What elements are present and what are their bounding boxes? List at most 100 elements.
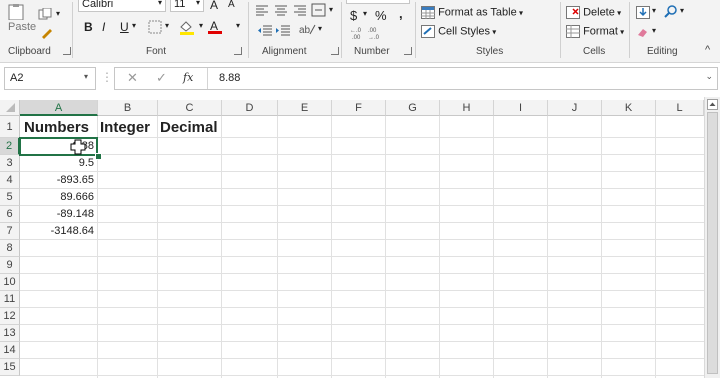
fill-icon[interactable] — [636, 6, 650, 22]
gridline — [20, 375, 704, 376]
cell-c1[interactable]: Decimal — [158, 117, 220, 137]
row-header-1[interactable]: 1 — [0, 116, 20, 138]
cell-a7[interactable]: -3148.64 — [20, 223, 96, 240]
cell-b1[interactable]: Integer — [98, 117, 152, 137]
clipboard-launcher-icon[interactable] — [63, 47, 71, 55]
row-header-3[interactable]: 3 — [0, 155, 20, 172]
bold-button[interactable]: B — [84, 20, 93, 34]
column-header-j[interactable]: J — [548, 100, 602, 116]
cell-a1[interactable]: Numbers — [22, 117, 91, 137]
column-header-l[interactable]: L — [656, 100, 704, 116]
align-left-icon[interactable] — [255, 4, 269, 19]
select-all-corner[interactable] — [0, 100, 20, 116]
gridline — [221, 116, 222, 378]
cell-styles-button[interactable]: Cell Styles ▾ — [421, 25, 496, 38]
expand-formula-icon[interactable]: ⌄ — [705, 71, 713, 82]
column-header-h[interactable]: H — [440, 100, 494, 116]
cell-a4[interactable]: -893.65 — [20, 172, 96, 189]
row-header-4[interactable]: 4 — [0, 172, 20, 189]
collapse-ribbon-icon[interactable]: ^ — [705, 44, 710, 56]
font-launcher-icon[interactable] — [234, 47, 242, 55]
orientation-dropdown-icon[interactable]: ▾ — [318, 24, 322, 33]
font-color-icon[interactable]: A — [207, 18, 223, 38]
percent-button[interactable]: % — [375, 8, 387, 23]
row-header-6[interactable]: 6 — [0, 206, 20, 223]
row-header-9[interactable]: 9 — [0, 257, 20, 274]
decrease-indent-icon[interactable] — [257, 24, 273, 39]
decrease-font-icon[interactable]: A — [228, 0, 235, 10]
row-header-15[interactable]: 15 — [0, 359, 20, 376]
format-button[interactable]: Format ▾ — [566, 25, 624, 38]
copy-icon[interactable] — [38, 7, 54, 23]
vertical-scrollbar[interactable] — [704, 97, 720, 378]
decrease-decimal-icon[interactable]: .00 →.0 — [368, 26, 384, 43]
align-center-icon[interactable] — [274, 4, 288, 19]
number-launcher-icon[interactable] — [404, 47, 412, 55]
formula-input[interactable]: ✕ ✓ fx 8.88 ⌄ — [114, 67, 718, 90]
merge-dropdown-icon[interactable]: ▾ — [329, 5, 333, 14]
number-format-select[interactable] — [346, 0, 410, 4]
increase-decimal-icon[interactable]: ←.0.00 — [350, 26, 366, 43]
column-header-k[interactable]: K — [602, 100, 656, 116]
fill-color-icon[interactable] — [178, 19, 196, 38]
borders-dropdown-icon[interactable]: ▾ — [165, 21, 169, 30]
comma-button[interactable]: , — [399, 6, 403, 21]
cell-a6[interactable]: -89.148 — [20, 206, 96, 223]
currency-dropdown-icon[interactable]: ▾ — [363, 9, 367, 18]
row-header-7[interactable]: 7 — [0, 223, 20, 240]
alignment-launcher-icon[interactable] — [331, 47, 339, 55]
cancel-icon[interactable]: ✕ — [127, 70, 138, 86]
column-header-i[interactable]: I — [494, 100, 548, 116]
column-header-a[interactable]: A — [20, 100, 98, 116]
chevron-down-icon[interactable]: ▾ — [84, 72, 88, 81]
clear-icon[interactable] — [636, 26, 650, 41]
row-header-13[interactable]: 13 — [0, 325, 20, 342]
gridline — [20, 307, 704, 308]
delete-button[interactable]: Delete ▾ — [566, 6, 621, 19]
increase-font-icon[interactable]: A — [210, 0, 218, 12]
column-header-e[interactable]: E — [278, 100, 332, 116]
row-header-8[interactable]: 8 — [0, 240, 20, 257]
increase-indent-icon[interactable] — [275, 24, 291, 39]
borders-icon[interactable] — [148, 20, 162, 37]
scroll-thumb[interactable] — [707, 112, 718, 374]
row-header-10[interactable]: 10 — [0, 274, 20, 291]
find-dropdown-icon[interactable]: ▾ — [680, 6, 684, 15]
find-select-icon[interactable] — [664, 5, 678, 22]
column-header-b[interactable]: B — [98, 100, 158, 116]
row-header-5[interactable]: 5 — [0, 189, 20, 206]
font-name-select[interactable]: Calibri ▾ — [78, 0, 166, 12]
format-painter-icon[interactable] — [40, 27, 54, 42]
fill-color-dropdown-icon[interactable]: ▾ — [199, 21, 203, 30]
column-header-c[interactable]: C — [158, 100, 222, 116]
cell-a5[interactable]: 89.666 — [20, 189, 96, 206]
paste-button[interactable] — [6, 4, 28, 20]
row-header-14[interactable]: 14 — [0, 342, 20, 359]
worksheet-grid[interactable] — [0, 97, 720, 378]
fill-dropdown-icon[interactable]: ▾ — [652, 6, 656, 15]
font-color-dropdown-icon[interactable]: ▾ — [236, 21, 240, 30]
clear-dropdown-icon[interactable]: ▾ — [652, 26, 656, 35]
align-right-icon[interactable] — [293, 4, 307, 19]
currency-button[interactable]: $ — [350, 8, 357, 23]
column-header-f[interactable]: F — [332, 100, 386, 116]
format-as-table-button[interactable]: Format as Table ▾ — [421, 6, 523, 19]
fill-handle[interactable] — [95, 153, 102, 160]
underline-button[interactable]: U — [120, 20, 129, 34]
column-header-g[interactable]: G — [386, 100, 440, 116]
name-box[interactable]: A2 ▾ — [4, 67, 96, 90]
fx-icon[interactable]: fx — [183, 71, 193, 84]
enter-icon[interactable]: ✓ — [156, 70, 167, 86]
row-header-11[interactable]: 11 — [0, 291, 20, 308]
row-header-2[interactable]: 2 — [0, 138, 20, 155]
scroll-up-button[interactable] — [707, 99, 718, 110]
orientation-icon[interactable]: ab — [298, 22, 316, 39]
italic-button[interactable]: I — [102, 20, 105, 34]
font-size-select[interactable]: 11 ▾ — [170, 0, 204, 12]
copy-dropdown-icon[interactable]: ▾ — [56, 9, 60, 18]
underline-dropdown-icon[interactable]: ▾ — [132, 21, 136, 30]
chevron-down-icon: ▾ — [195, 0, 200, 7]
merge-center-icon[interactable] — [311, 3, 327, 20]
column-header-d[interactable]: D — [222, 100, 278, 116]
row-header-12[interactable]: 12 — [0, 308, 20, 325]
